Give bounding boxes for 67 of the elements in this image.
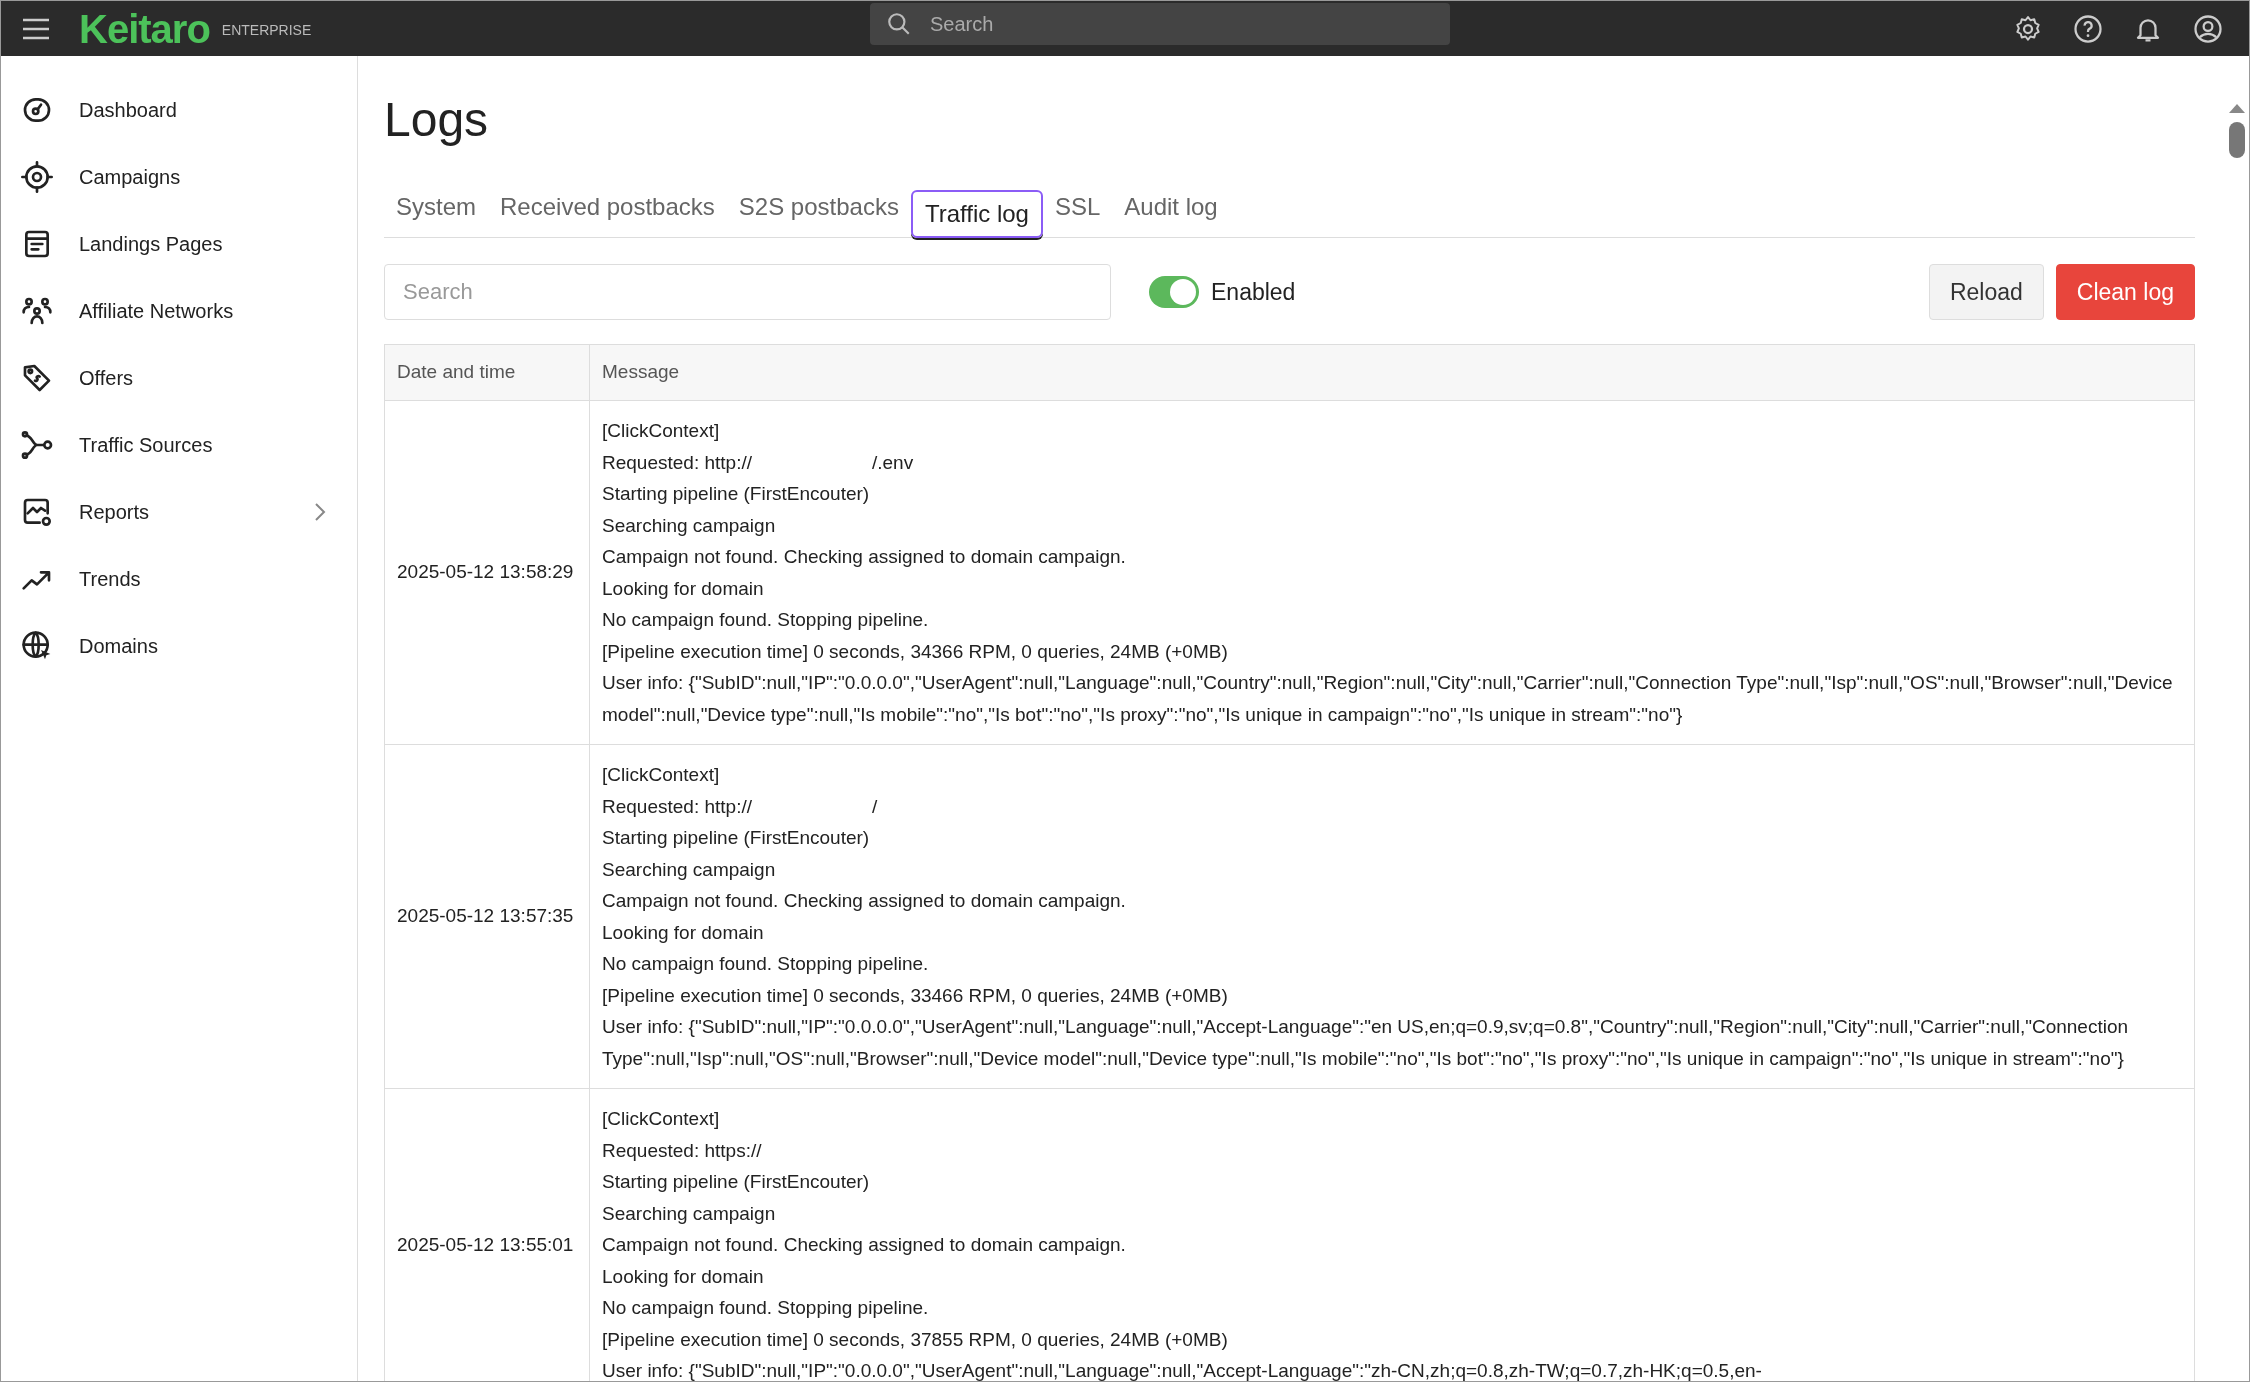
log-line: Looking for domain [602,576,765,601]
sidebar-item[interactable]: Affiliate Networks [1,277,357,344]
log-line: [Pipeline execution time] 0 seconds, 37855 RPM, 0 queries, 24MB (+0MB) [602,1327,1229,1352]
sidebar-item[interactable]: Trends [1,545,357,612]
log-line: Starting pipeline (FirstEncouter) [602,482,871,506]
column-header: Date and time [385,345,590,400]
log-line: User info: {"SubID":null,"IP":"0.0.0.0","UserAgent":null,"Language":null,"Accept-Language":"en US,en;q=0.9,sv;q=0.8","Country":null,"Region":null,"City":null,"Carrier":null,"Connection Type":null,"Isp":null,"OS":null,"Browser":null,"Device model":null,"Device type":null,"Is mobile":"no","Is bot":"no","Is proxy":"no","Is unique in campaign":"no","Is unique in stream":"no"} [602,1015,2130,1071]
route-icon [21,428,53,461]
logo[interactable]: Keitaro [79,8,210,49]
log-line: No campaign found. Stopping pipeline. [602,1296,930,1320]
log-date: 2025-05-12 13:55:01 [397,1232,574,1257]
log-line: Campaign not found. Checking assigned to domain campaign. [602,889,1127,913]
log-line: Requested: https:// [602,1138,763,1163]
tab[interactable]: Audit log [1112,183,1230,231]
log-line: Looking for domain [602,920,765,945]
sidebar-item[interactable]: Domains [1,612,357,679]
log-line: Searching campaign [602,857,777,882]
column-header: Message [601,360,681,385]
menu-icon[interactable] [21,16,51,41]
tab[interactable]: S2S postbacks [726,183,911,231]
sidebar-item[interactable]: Offers [1,344,357,411]
log-line: Starting pipeline (FirstEncouter) [602,826,871,850]
sidebar-item[interactable]: Reports [1,478,357,545]
toggle-label: Enabled [1211,277,1296,307]
log-line: No campaign found. Stopping pipeline. [602,608,930,632]
log-line: User info: {"SubID":null,"IP":"0.0.0.0","UserAgent":null,"Language":null,"Country":null,"Region":null,"City":null,"Carrier":null,"Connection Type":null,"Isp":null,"OS":null,"Browser":null,"Device model":null,"Device type":null,"Is mobile":"no","Is bot":"no","Is proxy":"no","Is unique in campaign":"no","Is unique in stream":"no"} [602,671,2174,727]
account-icon[interactable] [2193,13,2223,44]
log-line: User info: {"SubID":null,"IP":"0.0.0.0","UserAgent":null,"Language":null,"Accept-Language":"zh-CN,zh;q=0.8,zh-TW;q=0.7,zh-HK;q=0.5,en- [602,1359,1763,1381]
clean-log-button[interactable]: Clean log [2055,264,2195,320]
log-line: Campaign not found. Checking assigned to domain campaign. [602,545,1127,569]
sidebar-item[interactable]: Traffic Sources [1,411,357,478]
search-field[interactable]: Search [870,3,1450,45]
scrollbar-thumb[interactable] [2229,122,2245,158]
log-date: 2025-05-12 13:57:35 [397,904,574,929]
reload-button[interactable]: Reload [1928,264,2044,320]
log-line: [ClickContext] [602,419,721,443]
sidebar-item[interactable]: Campaigns [1,143,357,210]
log-line: /.env [872,450,914,475]
log-date: 2025-05-12 13:58:29 [397,560,574,585]
log-line: Requested: http:// [602,794,752,819]
tab[interactable]: SSL [1042,183,1113,231]
enabled-toggle[interactable] [1149,276,1199,308]
page-title: Logs [384,96,490,144]
log-line: [Pipeline execution time] 0 seconds, 33466 RPM, 0 queries, 24MB (+0MB) [602,983,1229,1008]
log-line: Requested: http:// [602,450,752,475]
search-field[interactable]: Search [384,264,1111,320]
sidebar-item[interactable]: Dashboard [1,76,357,143]
search-icon [886,11,912,37]
log-line: Searching campaign [602,513,777,538]
log-line: [ClickContext] [602,1107,721,1131]
log-line: Starting pipeline (FirstEncouter) [602,1170,871,1194]
log-line: Looking for domain [602,1264,765,1289]
log-line: [ClickContext] [602,763,721,787]
log-line: [Pipeline execution time] 0 seconds, 34366 RPM, 0 queries, 24MB (+0MB) [602,639,1229,664]
chevron-right-icon[interactable] [313,500,327,523]
help-icon[interactable] [2073,13,2103,44]
log-line: / [872,794,878,819]
edition-label: ENTERPRISE [221,21,312,40]
tab[interactable]: Received postbacks [488,183,727,231]
tab[interactable]: System [384,183,488,231]
sidebar-item[interactable]: Landings Pages [1,210,357,277]
log-line: Campaign not found. Checking assigned to domain campaign. [602,1233,1127,1257]
scroll-up-arrow-icon[interactable] [2228,102,2246,114]
log-line: No campaign found. Stopping pipeline. [602,952,930,976]
target-icon [21,160,53,193]
log-line: Searching campaign [602,1201,777,1226]
tab[interactable]: Traffic log [910,190,1043,238]
